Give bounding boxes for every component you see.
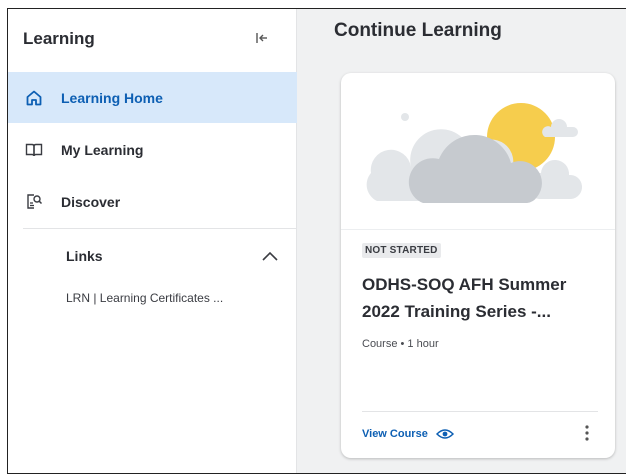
chevron-up-icon (262, 251, 278, 261)
course-card[interactable]: NOT STARTED ODHS-SOQ AFH Summer 2022 Tra… (341, 73, 615, 458)
sidebar: Learning Learning Home My Learning Disco… (8, 9, 297, 473)
collapse-sidebar-button[interactable] (251, 27, 273, 49)
app-frame: Learning Learning Home My Learning Disco… (7, 8, 626, 474)
sidebar-item-label: Discover (61, 194, 121, 210)
view-course-button[interactable]: View Course (362, 425, 454, 443)
sidebar-item-discover[interactable]: Discover (8, 176, 297, 227)
more-options-button[interactable] (577, 420, 597, 446)
sidebar-item-my-learning[interactable]: My Learning (8, 124, 297, 175)
sidebar-header: Learning (8, 9, 296, 71)
sidebar-item-learning-home[interactable]: Learning Home (8, 72, 297, 123)
links-section-label: Links (66, 248, 103, 264)
course-title[interactable]: ODHS-SOQ AFH Summer 2022 Training Series… (362, 271, 602, 325)
collapse-left-icon (256, 33, 267, 43)
sidebar-item-label: My Learning (61, 142, 144, 158)
eye-icon (435, 429, 454, 439)
card-footer-divider (362, 411, 598, 412)
home-icon (24, 88, 44, 108)
more-vert-icon (585, 425, 589, 441)
card-image-divider (341, 229, 615, 230)
book-icon (24, 140, 44, 160)
links-section-toggle[interactable]: Links (8, 239, 297, 273)
link-learning-certificates[interactable]: LRN | Learning Certificates ... (66, 291, 223, 305)
cloud-sun-illustration (366, 103, 583, 203)
sidebar-divider (23, 228, 297, 229)
discover-icon (24, 192, 44, 212)
page-title: Continue Learning (334, 20, 502, 41)
course-meta: Course • 1 hour (362, 338, 439, 350)
sidebar-title: Learning (23, 29, 95, 48)
status-badge: NOT STARTED (362, 243, 441, 258)
view-course-label: View Course (362, 428, 428, 440)
sidebar-item-label: Learning Home (61, 90, 163, 106)
